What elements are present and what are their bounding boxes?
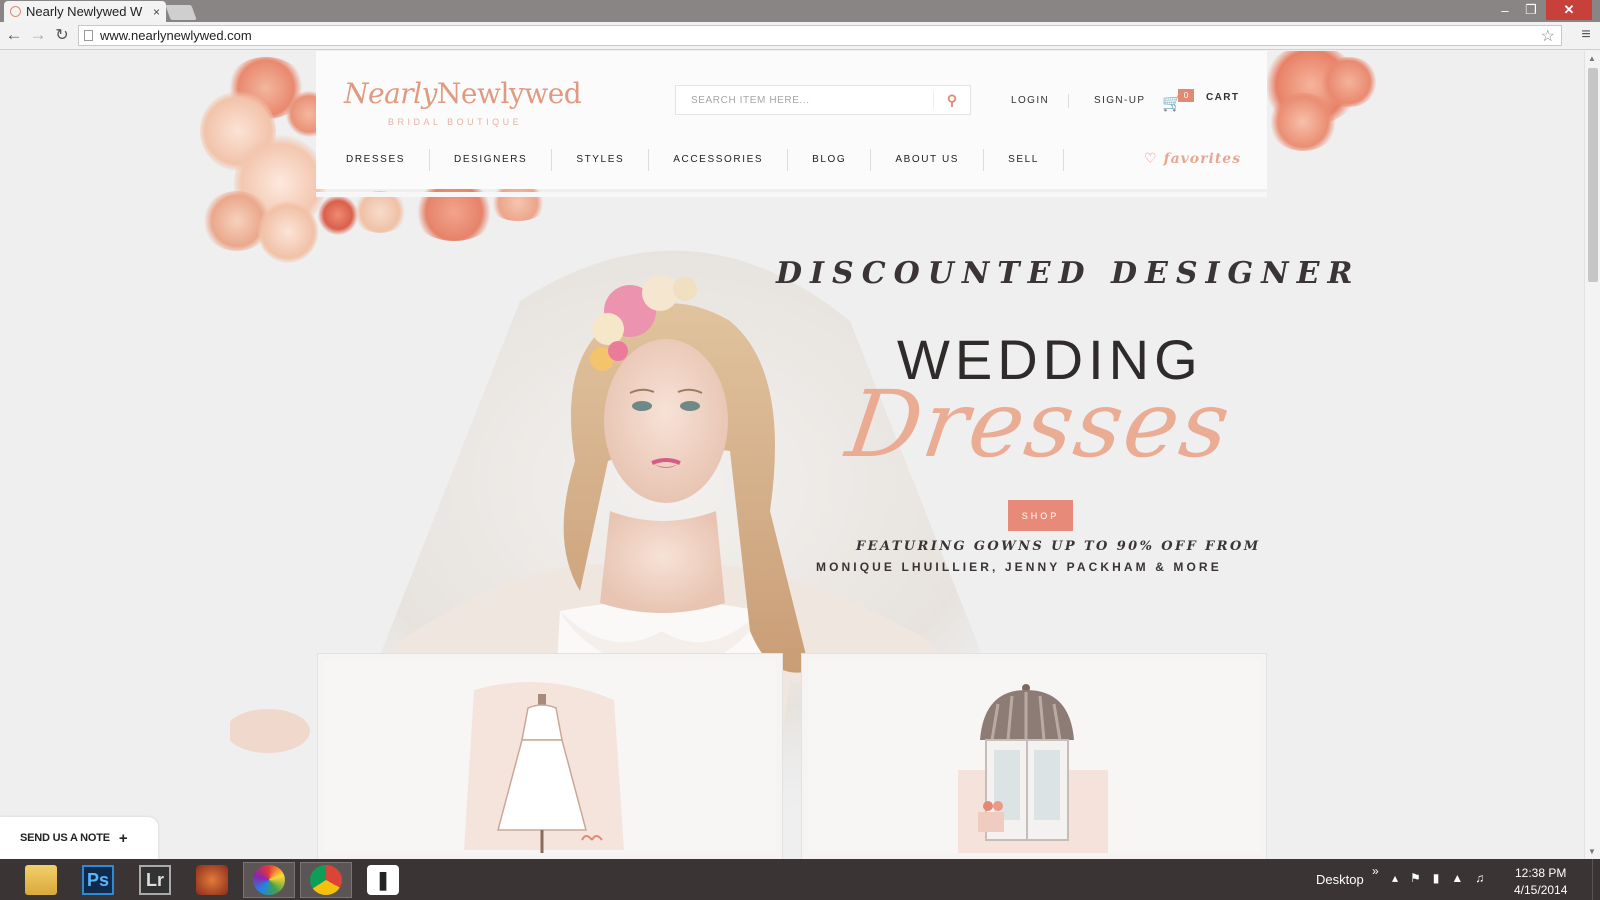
taskbar-picasa[interactable] xyxy=(243,862,295,898)
category-card-dresses[interactable] xyxy=(318,654,782,859)
taskbar-chrome[interactable] xyxy=(300,862,352,898)
logo-tagline: BRIDAL BOUTIQUE xyxy=(388,117,523,127)
browser-toolbar: ← → ↻ www.nearlynewlywed.com ☆ ≡ xyxy=(0,22,1600,50)
category-card-shop[interactable] xyxy=(802,654,1266,859)
close-window-button[interactable]: ✕ xyxy=(1546,0,1592,20)
app-white-icon: ❚ xyxy=(367,865,399,895)
nav-about-us[interactable]: ABOUT US xyxy=(871,149,985,171)
logo-serif-text: Newlywed xyxy=(436,77,582,110)
hero-heading-line1: DISCOUNTED DESIGNER xyxy=(776,256,1361,291)
show-desktop-button[interactable] xyxy=(1592,859,1600,900)
login-link[interactable]: LOGIN xyxy=(1011,95,1049,106)
taskbar-photoshop[interactable]: Ps xyxy=(72,862,124,898)
chrome-icon xyxy=(310,865,342,895)
taskbar-lightroom[interactable]: Lr xyxy=(129,862,181,898)
tray-up-arrow-icon[interactable]: ▴ xyxy=(1392,871,1398,885)
send-us-a-note-widget[interactable]: SEND US A NOTE + xyxy=(0,817,158,859)
hero-subheading-line1: FEATURING GOWNS UP TO 90% OFF FROM xyxy=(856,539,1261,554)
battery-icon[interactable]: ▮ xyxy=(1433,871,1440,885)
reload-icon[interactable]: ↻ xyxy=(51,24,73,46)
forward-arrow-icon[interactable]: → xyxy=(27,24,49,46)
shop-button[interactable]: SHOP xyxy=(1008,500,1073,531)
taskbar-app-red[interactable] xyxy=(186,862,238,898)
site-header: NearlyNewlywed BRIDAL BOUTIQUE ⚲ LOGIN S… xyxy=(316,51,1267,189)
search-icon[interactable]: ⚲ xyxy=(934,92,970,109)
page-viewport: NearlyNewlywed BRIDAL BOUTIQUE ⚲ LOGIN S… xyxy=(0,51,1584,859)
signal-icon[interactable]: ▲ xyxy=(1451,871,1463,885)
clock-date: 4/15/2014 xyxy=(1514,883,1568,897)
volume-icon[interactable]: ♫ xyxy=(1475,871,1484,885)
vertical-scrollbar[interactable]: ▲ ▼ xyxy=(1584,51,1600,859)
system-tray: ▴ ⚑ ▮ ▲ ♫ xyxy=(1392,871,1484,885)
signup-link[interactable]: SIGN-UP xyxy=(1094,95,1145,106)
favorites-label: favorites xyxy=(1163,151,1242,167)
heart-icon: ♡ xyxy=(1144,151,1158,167)
browser-tab[interactable]: Nearly Newlywed W × xyxy=(4,1,166,22)
send-note-label: SEND US A NOTE xyxy=(20,832,110,844)
hero-heading-line2: WEDDING xyxy=(897,328,1203,391)
lightroom-icon: Lr xyxy=(139,865,171,895)
nav-blog[interactable]: BLOG xyxy=(788,149,872,171)
minimize-button[interactable]: – xyxy=(1494,0,1516,20)
scrollbar-thumb[interactable] xyxy=(1588,68,1598,282)
bookmark-star-icon[interactable]: ☆ xyxy=(1541,26,1555,46)
scroll-down-arrow-icon[interactable]: ▼ xyxy=(1588,847,1596,856)
dress-form-illustration xyxy=(464,682,624,853)
window-titlebar: Nearly Newlywed W × – ❐ ✕ xyxy=(0,0,1600,22)
windows-taskbar: Ps Lr ❚ Desktop » ▴ ⚑ ▮ ▲ ♫ 12:38 PM 4/1… xyxy=(0,859,1600,900)
cart-count-badge: 0 xyxy=(1178,89,1194,102)
desktop-chevron-icon[interactable]: » xyxy=(1372,864,1379,878)
folder-icon xyxy=(25,865,57,895)
url-text: www.nearlynewlywed.com xyxy=(100,28,252,43)
taskbar-file-explorer[interactable] xyxy=(15,862,67,898)
flag-icon[interactable]: ⚑ xyxy=(1410,871,1421,885)
cart-link[interactable]: CART xyxy=(1206,92,1239,103)
photoshop-icon: Ps xyxy=(82,865,114,895)
page-icon xyxy=(84,30,93,41)
search-box: ⚲ xyxy=(675,85,971,115)
back-arrow-icon[interactable]: ← xyxy=(3,24,25,46)
storefront-illustration xyxy=(958,684,1108,853)
search-input[interactable] xyxy=(676,86,934,114)
tab-close-icon[interactable]: × xyxy=(153,5,160,19)
app-red-icon xyxy=(196,865,228,895)
picasa-icon xyxy=(253,865,285,895)
site-favicon-icon xyxy=(10,6,21,17)
nav-accessories[interactable]: ACCESSORIES xyxy=(649,149,789,171)
main-nav: DRESSES DESIGNERS STYLES ACCESSORIES BLO… xyxy=(316,147,1064,173)
maximize-button[interactable]: ❐ xyxy=(1520,0,1542,20)
nav-styles[interactable]: STYLES xyxy=(552,149,650,171)
header-divider xyxy=(1068,94,1069,108)
address-bar[interactable]: www.nearlynewlywed.com ☆ xyxy=(78,25,1562,46)
favorites-link[interactable]: ♡ favorites xyxy=(1144,151,1241,167)
system-clock[interactable]: 12:38 PM 4/15/2014 xyxy=(1514,865,1567,899)
new-tab-button[interactable] xyxy=(165,5,197,20)
browser-menu-icon[interactable]: ≡ xyxy=(1576,26,1596,46)
scroll-up-arrow-icon[interactable]: ▲ xyxy=(1588,54,1596,63)
hero-subheading-line2: MONIQUE LHUILLIER, JENNY PACKHAM & MORE xyxy=(816,560,1222,574)
nav-dresses[interactable]: DRESSES xyxy=(316,149,430,171)
logo-script-text: Nearly xyxy=(344,77,437,110)
nav-sell[interactable]: SELL xyxy=(984,149,1064,171)
desktop-toolbar-label[interactable]: Desktop xyxy=(1316,872,1364,887)
plus-icon: + xyxy=(118,829,128,847)
nav-designers[interactable]: DESIGNERS xyxy=(430,149,553,171)
header-underline xyxy=(316,192,1267,197)
clock-time: 12:38 PM xyxy=(1515,866,1567,880)
site-logo[interactable]: NearlyNewlywed BRIDAL BOUTIQUE xyxy=(344,77,582,127)
tab-title: Nearly Newlywed W xyxy=(26,4,143,19)
taskbar-app-white[interactable]: ❚ xyxy=(357,862,409,898)
